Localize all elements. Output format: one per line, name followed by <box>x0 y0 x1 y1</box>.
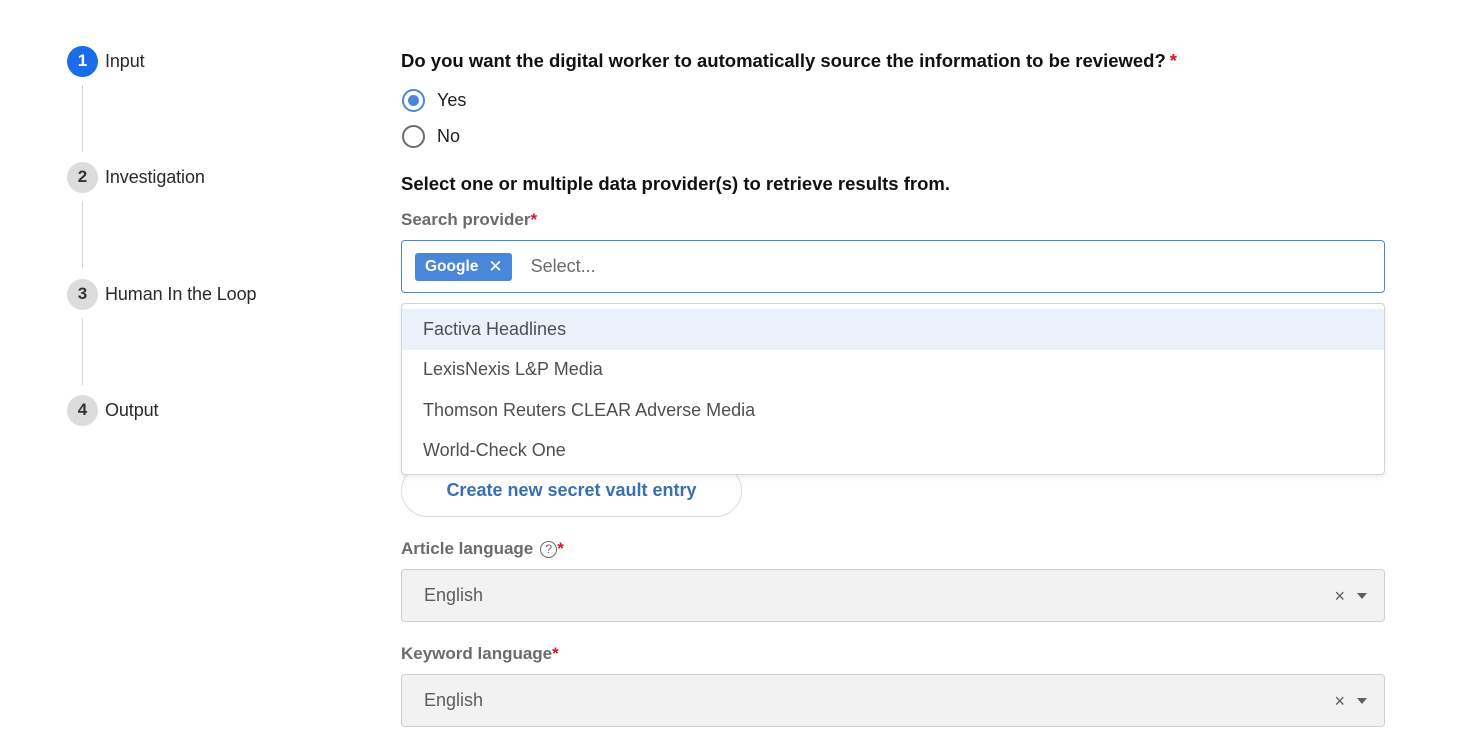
dropdown-option[interactable]: LexisNexis L&P Media <box>402 350 1384 391</box>
radio-option-no[interactable]: No <box>402 124 460 148</box>
article-language-label: Article language? * <box>401 539 564 559</box>
step-label: Input <box>105 50 145 71</box>
required-marker: * <box>1169 50 1177 71</box>
radio-button[interactable] <box>402 124 425 148</box>
clear-icon[interactable]: × <box>1334 587 1345 605</box>
question-text: Do you want the digital worker to automa… <box>401 50 1166 71</box>
providers-section-title: Select one or multiple data provider(s) … <box>401 173 950 194</box>
step-number-badge: 3 <box>67 278 98 310</box>
keyword-language-select[interactable]: English × <box>401 674 1385 727</box>
chip-label: Google <box>425 257 479 275</box>
step-label: Human In the Loop <box>105 283 257 304</box>
required-marker: * <box>557 539 564 558</box>
dropdown-option[interactable]: Factiva Headlines <box>402 309 1384 350</box>
clear-icon[interactable]: × <box>1334 692 1345 710</box>
step-human-in-the-loop[interactable]: 3 Human In the Loop <box>67 278 257 310</box>
dropdown-option[interactable]: World-Check One <box>402 431 1384 472</box>
caret-down-icon[interactable] <box>1357 697 1367 704</box>
required-marker: * <box>530 210 538 229</box>
radio-label: Yes <box>437 89 467 110</box>
required-marker: * <box>552 644 559 663</box>
label-text: Article language <box>401 539 534 558</box>
caret-down-icon[interactable] <box>1357 592 1367 599</box>
keyword-language-label: Keyword language * <box>401 644 559 664</box>
step-number-badge: 4 <box>67 394 98 426</box>
label-text: Search provider <box>401 210 531 229</box>
provider-dropdown-menu: Factiva Headlines LexisNexis L&P Media T… <box>401 303 1385 475</box>
auto-source-question: Do you want the digital worker to automa… <box>401 50 1177 72</box>
radio-option-yes[interactable]: Yes <box>402 88 466 112</box>
step-number-badge: 2 <box>67 161 98 193</box>
step-output[interactable]: 4 Output <box>67 394 159 426</box>
select-value: English <box>424 690 484 710</box>
close-icon[interactable]: ✕ <box>488 258 502 275</box>
article-language-select[interactable]: English × <box>401 569 1385 622</box>
step-investigation[interactable]: 2 Investigation <box>67 161 205 193</box>
step-label: Investigation <box>105 166 205 187</box>
search-provider-label: Search provider * <box>401 210 537 230</box>
step-connector <box>82 85 83 152</box>
dropdown-option[interactable]: Thomson Reuters CLEAR Adverse Media <box>402 390 1384 431</box>
step-connector <box>82 201 83 268</box>
search-provider-multiselect[interactable]: Google ✕ <box>401 240 1385 293</box>
help-circle-icon[interactable]: ? <box>540 540 558 558</box>
select-value: English <box>424 585 484 605</box>
step-connector <box>82 318 83 385</box>
step-input[interactable]: 1 Input <box>67 45 145 77</box>
selected-provider-chip: Google ✕ <box>415 252 512 281</box>
search-provider-input[interactable] <box>530 256 1231 277</box>
step-number-badge: 1 <box>67 45 98 77</box>
radio-button-checked[interactable] <box>402 88 425 112</box>
step-label: Output <box>105 399 159 420</box>
label-text: Keyword language <box>401 644 553 663</box>
radio-label: No <box>437 125 461 146</box>
